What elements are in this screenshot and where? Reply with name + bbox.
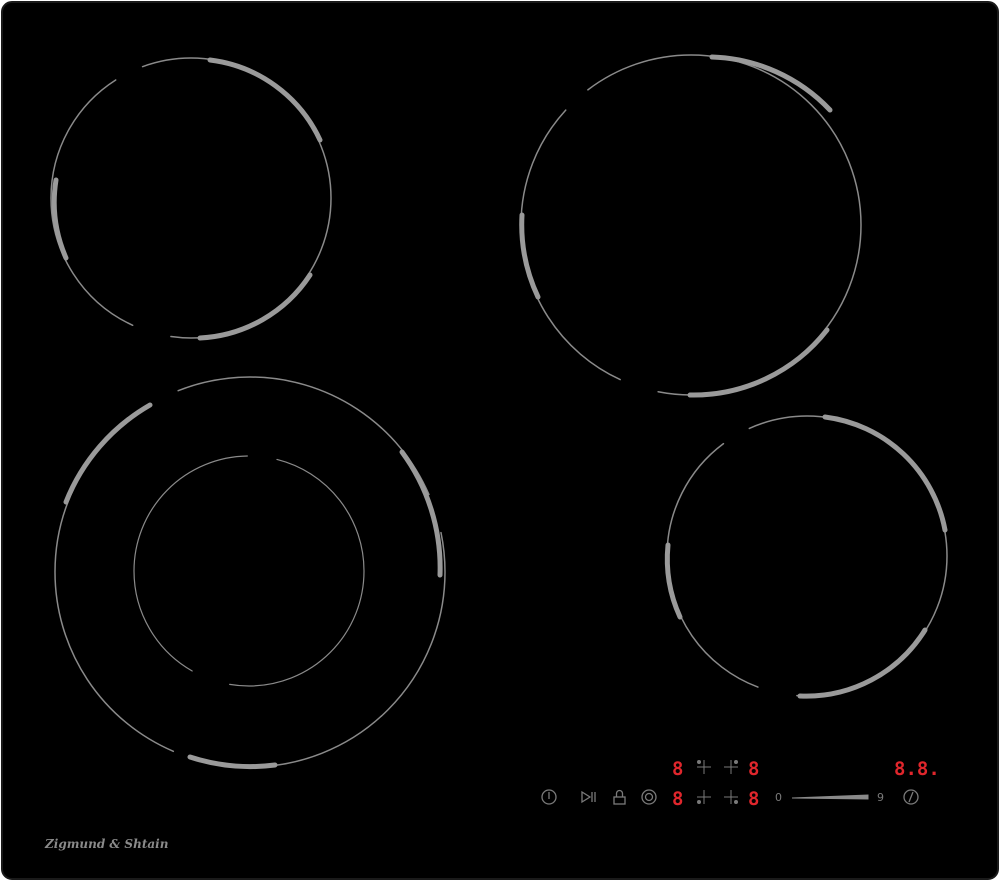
timer-display: 8.8. (894, 758, 940, 780)
zone-display-bottom-right: 8 (748, 788, 759, 810)
brand-logo: Zigmund & Shtain (44, 837, 168, 851)
cooktop: 8 8 8 8 8.8. 0 9 Zigmund & Shtain (1, 1, 999, 880)
zone-display-top-right: 8 (748, 758, 759, 780)
glass-panel (1, 1, 999, 880)
slider-max-label: 9 (877, 791, 884, 804)
slider-min-label: 0 (775, 791, 782, 804)
zone-display-bottom-left: 8 (672, 788, 683, 810)
zone-display-top-left: 8 (672, 758, 683, 780)
